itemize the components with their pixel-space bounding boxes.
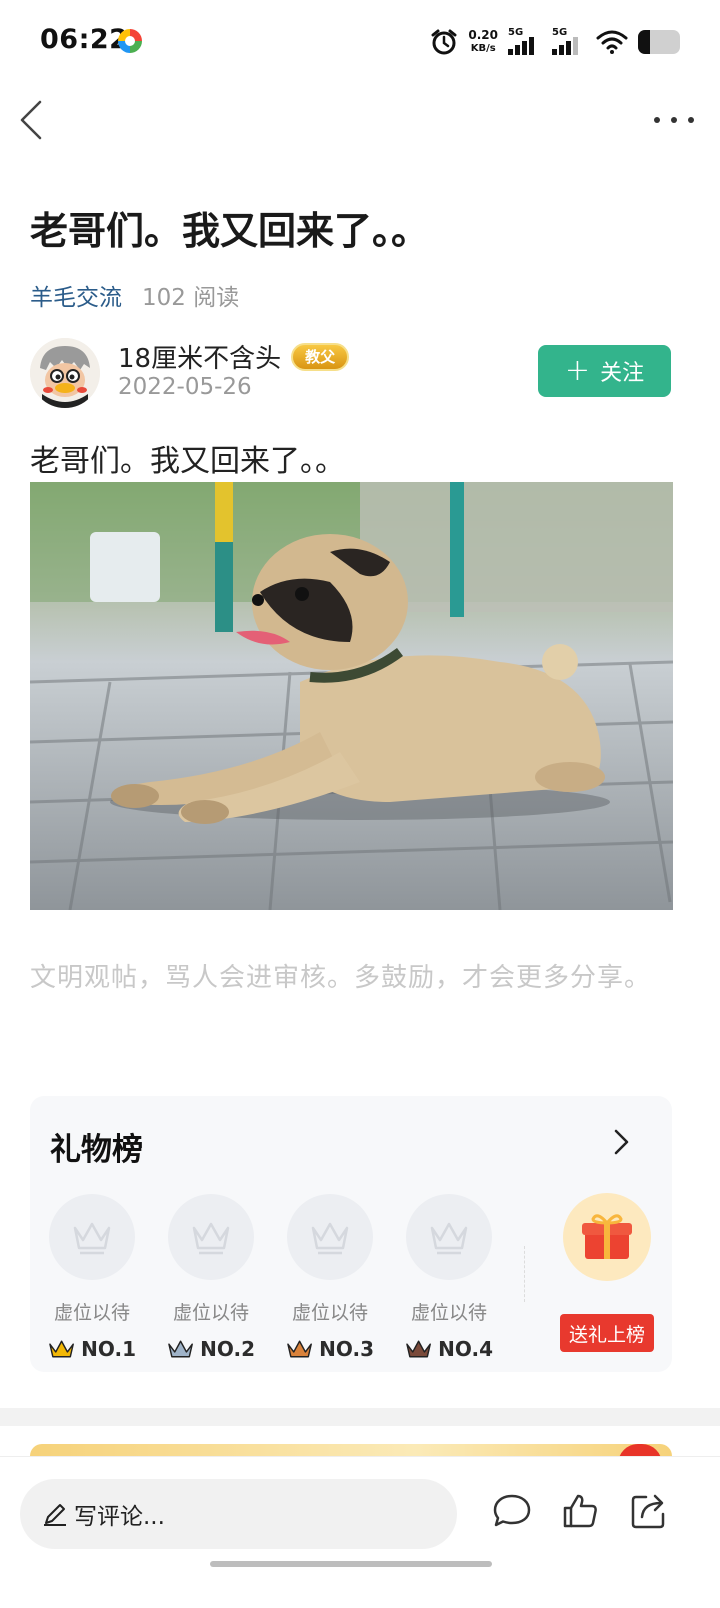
wifi-icon	[596, 30, 628, 54]
comment-placeholder: 写评论...	[74, 1504, 165, 1530]
status-bar: 06:22 0.20 KB/s 5G 5G	[0, 0, 720, 84]
empty-slot-avatar	[49, 1194, 135, 1280]
slot-rank-text: NO.4	[438, 1337, 493, 1361]
empty-slot-avatar	[406, 1194, 492, 1280]
author-name-row: 18厘米不含头 教父	[118, 338, 350, 375]
sim2-signal-icon: 5G	[552, 27, 586, 57]
crown-outline-icon	[311, 1222, 349, 1255]
share-button[interactable]	[628, 1491, 668, 1531]
follow-button[interactable]: + 关注	[538, 345, 671, 397]
slot-label: 虚位以待	[410, 1302, 487, 1324]
comment-bubble-icon	[493, 1494, 531, 1527]
comment-input[interactable]: 写评论...	[20, 1479, 457, 1549]
gift-slot-3[interactable]: 虚位以待 NO.3	[286, 1194, 374, 1361]
empty-slot-avatar	[287, 1194, 373, 1280]
gift-board-title: 礼物榜	[50, 1132, 143, 1168]
more-button[interactable]	[654, 106, 694, 134]
chevron-right-icon	[614, 1129, 629, 1155]
status-time: 06:22	[40, 24, 129, 55]
pencil-icon	[44, 1504, 66, 1526]
gift-slot-1[interactable]: 虚位以待 NO.1	[48, 1194, 136, 1361]
gift-board-more-button[interactable]	[610, 1128, 632, 1156]
network-speed-unit: KB/s	[470, 43, 496, 54]
post-title: 老哥们。我又回来了。。	[30, 209, 430, 253]
community-notice: 文明观帖，骂人会进审核。多鼓励，才会更多分享。	[30, 963, 652, 993]
channel-link[interactable]: 羊毛交流	[30, 278, 122, 312]
author-name[interactable]: 18厘米不含头	[118, 338, 281, 375]
post-image[interactable]	[30, 482, 673, 910]
crown-silver-icon	[168, 1340, 193, 1358]
crown-outline-icon	[430, 1222, 468, 1255]
crown-gold-icon	[49, 1340, 74, 1358]
gift-box-icon	[582, 1214, 632, 1259]
slot-rank: NO.2	[167, 1337, 255, 1361]
gift-slot-4[interactable]: 虚位以待 NO.4	[405, 1194, 493, 1361]
thumbs-up-icon	[563, 1494, 597, 1528]
network-speed-value: 0.20	[468, 28, 498, 42]
author-badge: 教父	[291, 342, 350, 371]
plus-icon: +	[564, 353, 591, 388]
back-button[interactable]	[18, 100, 58, 140]
section-separator	[0, 1408, 720, 1426]
send-gift-button[interactable]	[563, 1193, 651, 1281]
pug-photo	[30, 482, 673, 910]
slot-rank: NO.3	[286, 1337, 374, 1361]
home-indicator[interactable]	[210, 1561, 492, 1567]
crown-bronze-icon	[287, 1340, 312, 1358]
app-notification-icon	[118, 29, 142, 53]
status-right: 0.20 KB/s 5G 5G	[430, 22, 680, 62]
avatar-image	[30, 338, 100, 408]
share-icon	[631, 1494, 665, 1529]
slot-rank: NO.4	[405, 1337, 493, 1361]
alarm-icon	[431, 29, 457, 55]
follow-label: 关注	[600, 361, 645, 386]
gift-board: 礼物榜 虚位以待 NO.1 虚位以待 NO.2 虚位以待 NO.3 虚位以待 N…	[30, 1096, 672, 1372]
read-count: 102 阅读	[142, 285, 240, 311]
crown-outline-icon	[192, 1222, 230, 1255]
like-button[interactable]	[560, 1491, 600, 1531]
author-avatar[interactable]	[30, 338, 100, 408]
crown-outline-icon	[73, 1222, 111, 1255]
bottom-bar: 写评论...	[0, 1456, 720, 1608]
more-dots-icon	[654, 117, 660, 123]
post-date: 2022-05-26	[118, 374, 252, 400]
empty-slot-avatar	[168, 1194, 254, 1280]
network-speed: 0.20 KB/s	[468, 29, 498, 55]
post-meta: 羊毛交流 102 阅读	[30, 278, 239, 312]
send-gift-rank-button[interactable]: 送礼上榜	[560, 1314, 654, 1352]
slot-rank: NO.1	[48, 1337, 136, 1361]
post-body: 老哥们。我又回来了。。	[30, 444, 345, 479]
slot-rank-text: NO.2	[200, 1337, 255, 1361]
slot-rank-text: NO.3	[319, 1337, 374, 1361]
sim1-signal-icon: 5G	[508, 27, 542, 57]
gift-slot-2[interactable]: 虚位以待 NO.2	[167, 1194, 255, 1361]
slot-rank-text: NO.1	[81, 1337, 136, 1361]
comment-button[interactable]	[492, 1491, 532, 1531]
gift-divider	[524, 1246, 525, 1302]
slot-label: 虚位以待	[172, 1302, 249, 1324]
crown-dark-icon	[406, 1340, 431, 1358]
battery-icon	[638, 30, 680, 54]
back-chevron-icon	[20, 100, 42, 140]
slot-label: 虚位以待	[53, 1302, 130, 1324]
slot-label: 虚位以待	[291, 1302, 368, 1324]
